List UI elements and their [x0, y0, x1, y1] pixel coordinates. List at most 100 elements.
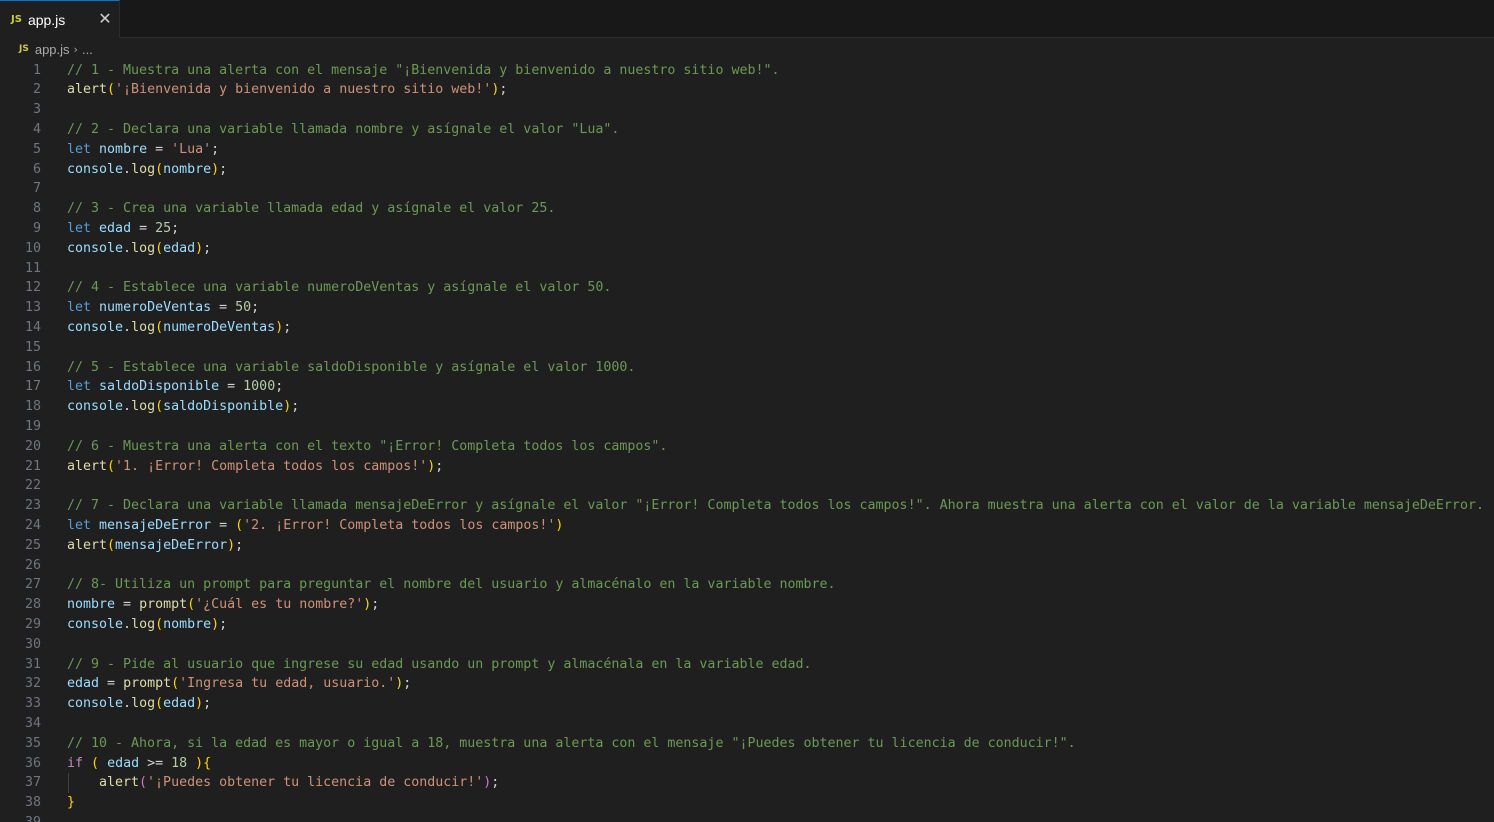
code-line[interactable]: 22	[0, 476, 1494, 496]
code-token: )	[195, 755, 204, 771]
code-token: (	[107, 82, 116, 98]
code-line[interactable]: 7	[0, 179, 1494, 199]
code-line[interactable]: 12 // 4 - Establece una variable numeroDe…	[0, 278, 1494, 298]
line-number: 12	[24, 280, 41, 296]
code-token: (	[155, 616, 164, 632]
code-line[interactable]: 28 nombre = prompt('¿Cuál es tu nombre?')…	[0, 595, 1494, 615]
code-line[interactable]: 34	[0, 714, 1494, 734]
code-token: console	[67, 399, 124, 415]
line-number: 28	[24, 597, 41, 613]
code-token: .	[123, 161, 132, 177]
code-line[interactable]: 29 console.log(nombre);	[0, 615, 1494, 635]
code-token: prompt	[139, 597, 188, 613]
code-token: edad	[67, 676, 100, 692]
line-number: 23	[24, 498, 41, 514]
code-line[interactable]: 35 // 10 - Ahora, si la edad es mayor o i…	[0, 734, 1494, 754]
line-number: 8	[32, 201, 41, 217]
javascript-file-icon: JS	[19, 44, 29, 54]
code-text: }	[67, 793, 75, 813]
code-token: )	[555, 517, 564, 533]
line-number: 35	[24, 735, 41, 751]
code-token: '¿Cuál es tu nombre?'	[195, 597, 364, 613]
code-line[interactable]: 8 // 3 - Crea una variable llamada edad y…	[0, 199, 1494, 219]
code-token: =	[211, 300, 236, 316]
code-line[interactable]: 1 // 1 - Muestra una alerta con el mensaj…	[0, 61, 1494, 81]
line-number: 19	[24, 418, 41, 434]
close-icon[interactable]: ✕	[96, 10, 114, 28]
code-token: =	[99, 676, 124, 692]
line-number: 2	[32, 82, 41, 98]
code-token: 'Ingresa tu edad, usuario.'	[179, 676, 396, 692]
code-line[interactable]: 39	[0, 813, 1494, 822]
line-number: 3	[32, 102, 41, 118]
code-line[interactable]: 19	[0, 417, 1494, 437]
code-line[interactable]: 27 // 8- Utiliza un prompt para preguntar…	[0, 575, 1494, 595]
line-number: 36	[24, 755, 41, 771]
code-line[interactable]: 11	[0, 259, 1494, 279]
code-line[interactable]: 26	[0, 556, 1494, 576]
code-line[interactable]: 25 alert(mensajeDeError);	[0, 536, 1494, 556]
line-number: 26	[24, 557, 41, 573]
code-line[interactable]: 36 if ( edad >= 18 ){	[0, 754, 1494, 774]
code-token: (	[91, 755, 100, 771]
code-token: edad	[163, 696, 196, 712]
code-text: edad = prompt('Ingresa tu edad, usuario.…	[67, 674, 411, 694]
code-line[interactable]: 9 let edad = 25;	[0, 219, 1494, 239]
code-text: alert('¡Puedes obtener tu licencia de co…	[99, 773, 499, 793]
code-token: alert	[99, 775, 140, 791]
line-number: 21	[24, 458, 41, 474]
line-number: 39	[0, 813, 41, 822]
code-line[interactable]: 4 // 2 - Declara una variable llamada nom…	[0, 120, 1494, 140]
code-line[interactable]: 38}	[0, 793, 1494, 813]
code-token: edad	[107, 755, 140, 771]
code-token: nombre	[99, 141, 148, 157]
code-token: ;	[491, 775, 500, 791]
code-line[interactable]: 2 alert('¡Bienvenida y bienvenido a nuest…	[0, 80, 1494, 100]
code-line[interactable]: 21 alert('1. ¡Error! Completa todos los c…	[0, 457, 1494, 477]
code-line[interactable]: 23 // 7 - Declara una variable llamada me…	[0, 496, 1494, 516]
breadcrumb-file[interactable]: app.js	[35, 42, 70, 57]
code-line[interactable]: 15	[0, 338, 1494, 358]
code-line[interactable]: 18 console.log(saldoDisponible);	[0, 397, 1494, 417]
line-number: 27	[24, 577, 41, 593]
code-line[interactable]: 13 let numeroDeVentas = 50;	[0, 298, 1494, 318]
code-line[interactable]: 17 let saldoDisponible = 1000;	[0, 377, 1494, 397]
code-token: =	[211, 517, 236, 533]
code-line[interactable]: 16 // 5 - Establece una variable saldoDis…	[0, 358, 1494, 378]
code-line[interactable]: 32 edad = prompt('Ingresa tu edad, usuari…	[0, 674, 1494, 694]
code-line[interactable]: 24 let mensajeDeError = ('2. ¡Error! Comp…	[0, 516, 1494, 536]
code-editor[interactable]: 1 // 1 - Muestra una alerta con el mensaj…	[0, 60, 1494, 822]
code-text: alert('¡Bienvenida y bienvenido a nuestr…	[67, 80, 507, 100]
line-number: 32	[24, 676, 41, 692]
code-line[interactable]: 5 let nombre = 'Lua';	[0, 140, 1494, 160]
code-token: edad	[163, 240, 196, 256]
code-token: nombre	[67, 597, 116, 613]
indent-guide	[68, 773, 69, 794]
line-number: 1	[32, 62, 41, 78]
code-token: '¡Bienvenida y bienvenido a nuestro siti…	[115, 82, 492, 98]
line-number: 34	[24, 715, 41, 731]
code-line[interactable]: 10 console.log(edad);	[0, 239, 1494, 259]
code-line[interactable]: 31 // 9 - Pide al usuario que ingrese su …	[0, 655, 1494, 675]
code-token: console	[67, 319, 124, 335]
code-token: )	[195, 696, 204, 712]
code-token: // 3 - Crea una variable llamada edad y …	[67, 201, 556, 217]
tab-app-js[interactable]: JS app.js ✕	[0, 0, 120, 38]
code-token: =	[219, 379, 244, 395]
code-line[interactable]: 33 console.log(edad);	[0, 694, 1494, 714]
code-line[interactable]: 20 // 6 - Muestra una alerta con el texto…	[0, 437, 1494, 457]
code-text: let nombre = 'Lua';	[67, 140, 219, 160]
code-line[interactable]: 3	[0, 100, 1494, 120]
line-number: 4	[32, 121, 41, 137]
code-token: numeroDeVentas	[163, 319, 276, 335]
code-line[interactable]: 37 alert('¡Puedes obtener tu licencia de …	[0, 773, 1494, 794]
chevron-right-icon: ›	[73, 42, 78, 56]
code-line[interactable]: 30	[0, 635, 1494, 655]
code-line[interactable]: 14 console.log(numeroDeVentas);	[0, 318, 1494, 338]
code-token: (	[235, 517, 244, 533]
code-text: // 2 - Declara una variable llamada nomb…	[67, 120, 619, 140]
code-line[interactable]: 6 console.log(nombre);	[0, 160, 1494, 180]
breadcrumb-more[interactable]: ...	[82, 42, 93, 57]
code-token: console	[67, 696, 124, 712]
